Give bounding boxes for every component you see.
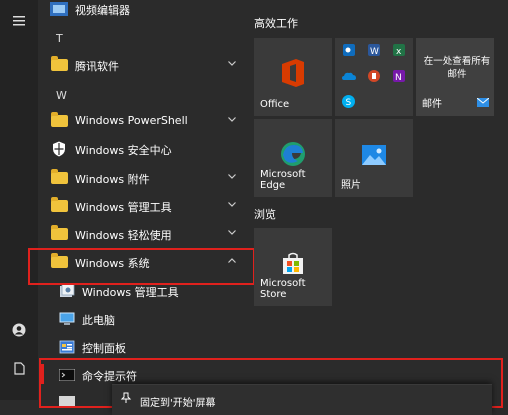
tile-photos[interactable]: 照片 xyxy=(335,119,413,197)
folder-icon xyxy=(50,112,68,129)
powerpoint-icon xyxy=(368,70,380,85)
chevron-down-icon xyxy=(228,58,236,69)
list-item-video-editor[interactable]: 视频编辑器 xyxy=(38,0,248,22)
folder-icon xyxy=(50,169,68,186)
context-menu-item-pin[interactable]: 固定到'开始'屏幕 xyxy=(140,394,216,409)
tile-office-apps[interactable]: W x N S xyxy=(335,38,413,116)
chevron-down-icon xyxy=(228,171,236,182)
list-item-admin-tools[interactable]: Windows 管理工具 xyxy=(38,193,248,219)
onenote-icon: N xyxy=(393,70,405,85)
mail-tile-text: 在一处查看所有邮件 xyxy=(423,56,491,80)
list-item-label: 视频编辑器 xyxy=(75,4,130,17)
tile-label: Office xyxy=(260,99,290,110)
edge-icon xyxy=(280,141,306,170)
svg-text:S: S xyxy=(346,98,352,108)
video-editor-icon xyxy=(50,1,68,17)
outlook-icon xyxy=(343,44,355,59)
folder-icon xyxy=(50,225,68,242)
list-item-label: Windows 管理工具 xyxy=(75,201,172,214)
shield-icon xyxy=(50,141,68,157)
computer-icon xyxy=(58,311,76,327)
list-item-label: Windows PowerShell xyxy=(75,114,188,127)
envelope-icon xyxy=(476,97,490,110)
tile-mail[interactable]: 在一处查看所有邮件 邮件 xyxy=(416,38,494,116)
svg-text:W: W xyxy=(370,47,379,56)
control-panel-icon xyxy=(58,339,76,355)
list-item-label: Windows 轻松使用 xyxy=(75,229,172,242)
photos-icon xyxy=(362,145,386,168)
tile-office[interactable]: Office xyxy=(254,38,332,116)
list-item-label: 腾讯软件 xyxy=(75,60,119,73)
tile-label: Microsoft Store xyxy=(260,278,306,300)
list-item-tencent[interactable]: 腾讯软件 xyxy=(38,52,248,78)
list-item-powershell[interactable]: Windows PowerShell xyxy=(38,108,248,134)
tile-label: 邮件 xyxy=(422,99,442,110)
list-item-security-center[interactable]: Windows 安全中心 xyxy=(38,136,248,162)
chevron-down-icon xyxy=(228,227,236,238)
section-header-t[interactable]: T xyxy=(56,32,63,45)
tile-label: 照片 xyxy=(341,180,361,191)
section-header-w[interactable]: W xyxy=(56,89,67,102)
store-icon xyxy=(281,252,305,279)
svg-text:N: N xyxy=(395,73,402,82)
tile-label: Microsoft Edge xyxy=(260,169,306,191)
documents-icon[interactable] xyxy=(0,353,38,383)
list-item-control-panel[interactable]: 控制面板 xyxy=(38,334,248,360)
folder-icon xyxy=(50,56,68,73)
list-item-ease-of-access[interactable]: Windows 轻松使用 xyxy=(38,221,248,247)
selection-indicator xyxy=(39,364,44,384)
skype-icon: S xyxy=(342,95,355,111)
list-item-label: Windows 安全中心 xyxy=(75,144,172,157)
admin-tools-icon xyxy=(58,283,76,299)
office-icon xyxy=(280,58,306,91)
start-menu-rail xyxy=(0,0,38,400)
tile-group-title: 高效工作 xyxy=(254,17,298,30)
menu-hamburger-icon[interactable] xyxy=(0,6,38,36)
list-item-label: Windows 管理工具 xyxy=(82,286,179,299)
chevron-down-icon xyxy=(228,114,236,125)
list-item-label: 此电脑 xyxy=(82,314,115,327)
list-item-accessories[interactable]: Windows 附件 xyxy=(38,165,248,191)
tile-store[interactable]: Microsoft Store xyxy=(254,228,332,306)
svg-text:x: x xyxy=(396,47,402,56)
chevron-down-icon xyxy=(228,199,236,210)
highlight-box-windows-system xyxy=(28,248,255,285)
onedrive-icon xyxy=(342,71,356,84)
list-item-label: Windows 附件 xyxy=(75,173,150,186)
list-item-label: 控制面板 xyxy=(82,342,126,355)
tile-edge[interactable]: Microsoft Edge xyxy=(254,119,332,197)
user-account-icon[interactable] xyxy=(0,315,38,345)
excel-icon: x xyxy=(393,44,405,59)
tile-group-title: 浏览 xyxy=(254,208,276,221)
app-list: 视频编辑器 T 腾讯软件 W Windows PowerShell Window… xyxy=(38,0,248,408)
word-icon: W xyxy=(368,44,380,59)
folder-icon xyxy=(50,197,68,214)
list-item-this-pc[interactable]: 此电脑 xyxy=(38,306,248,332)
